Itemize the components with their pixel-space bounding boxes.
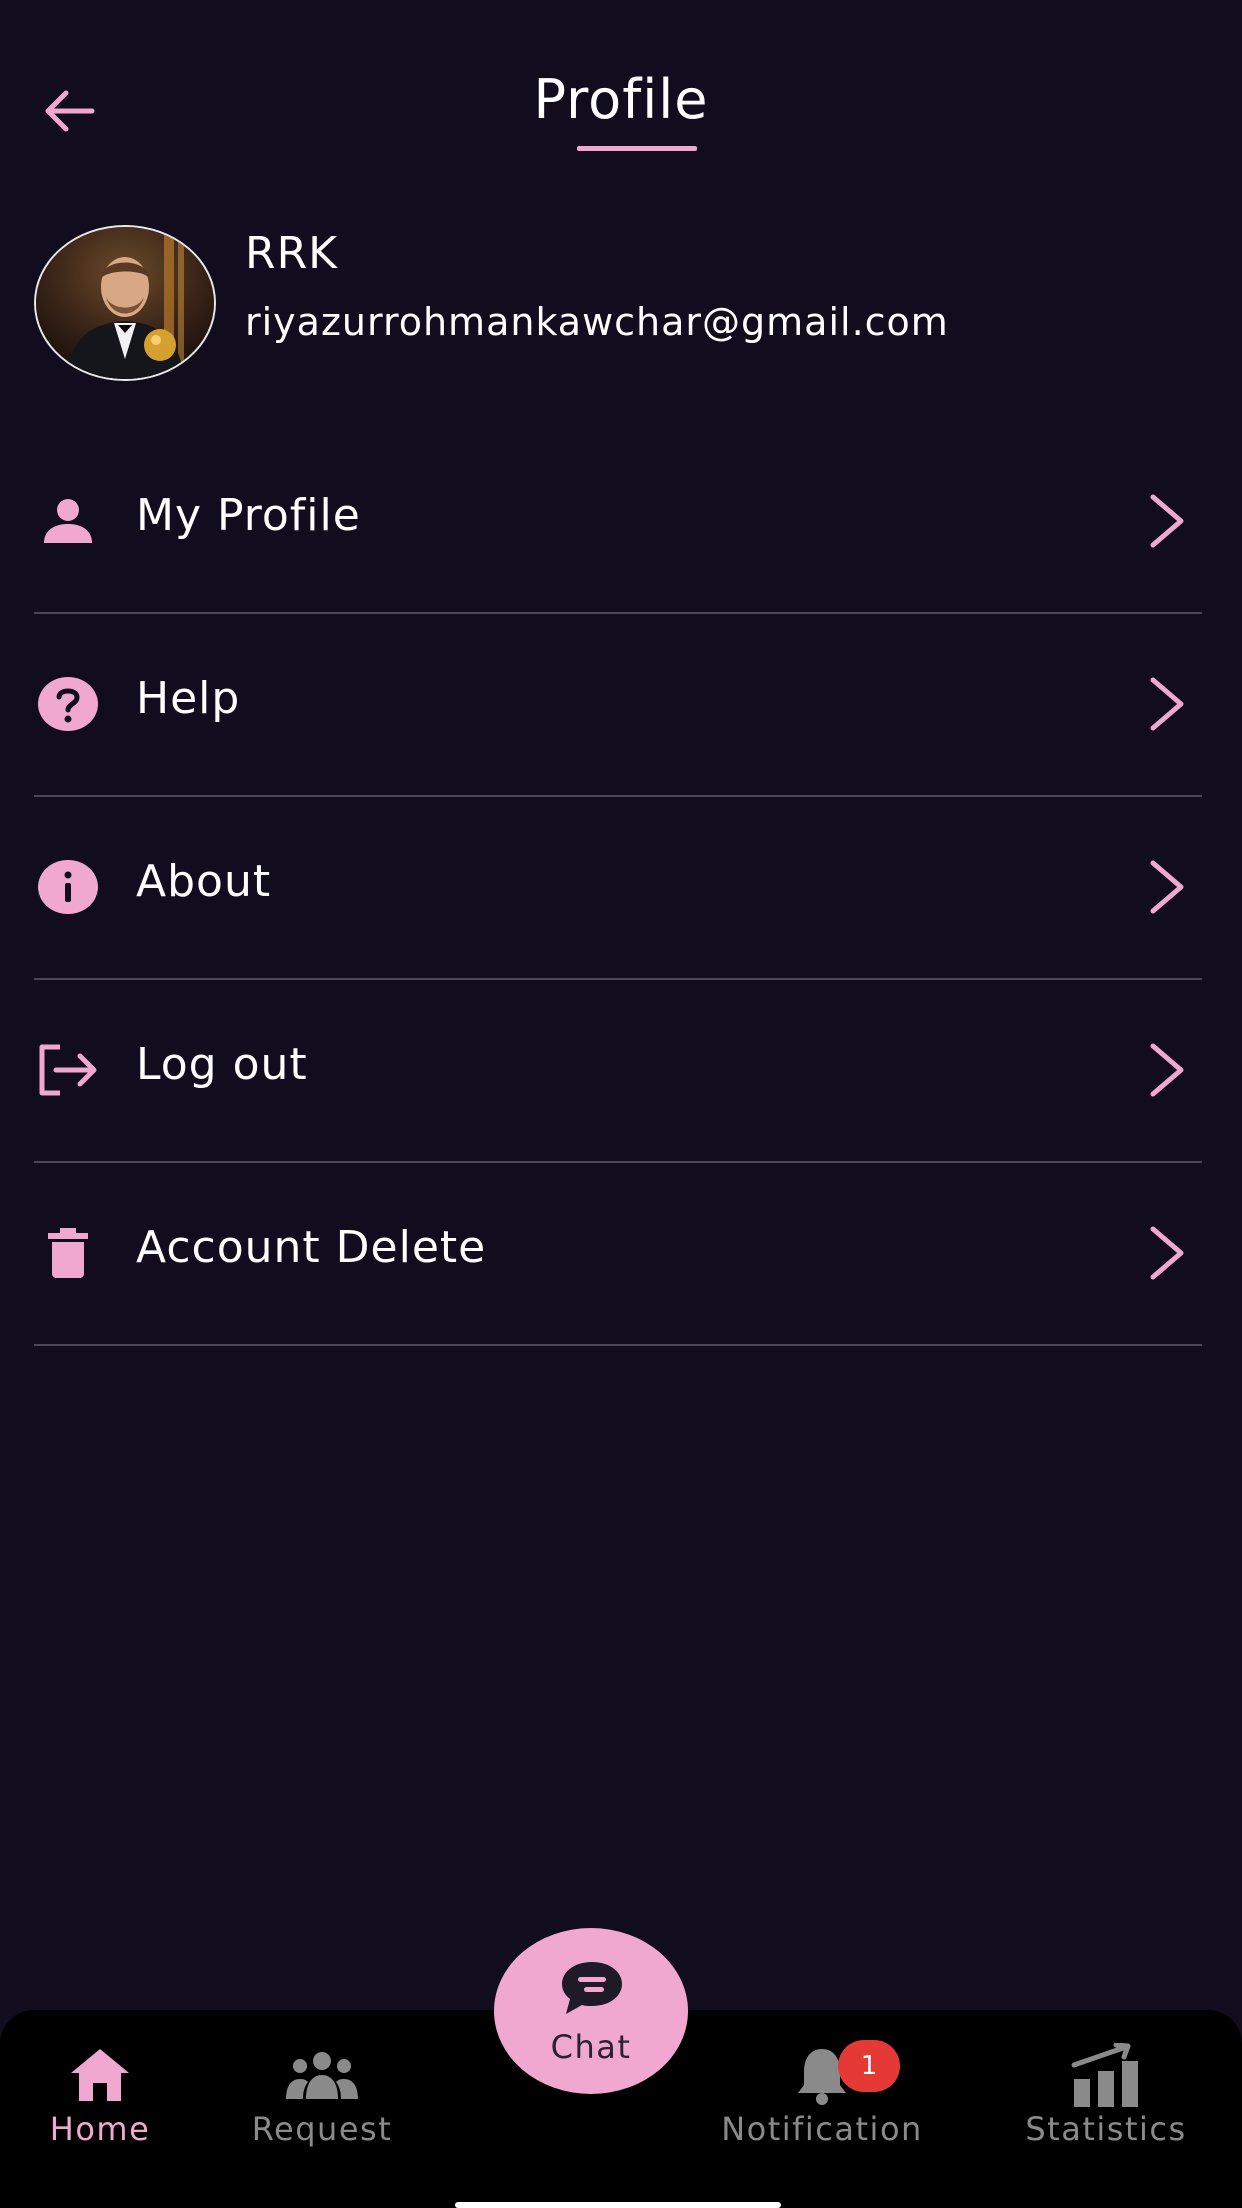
page-title: Profile [533, 68, 709, 131]
notification-badge: 1 [838, 2040, 900, 2092]
title-underline [577, 146, 697, 151]
help-circle-icon [34, 675, 102, 733]
menu-label: Log out [136, 1039, 308, 1090]
chat-bubble-icon [558, 1958, 626, 2018]
home-icon [60, 2040, 140, 2110]
chevron-right-icon [1142, 1220, 1192, 1286]
nav-statistics[interactable]: Statistics [1016, 2010, 1196, 2208]
chat-fab-button[interactable]: Chat [494, 1928, 688, 2094]
chat-label: Chat [550, 2028, 632, 2066]
nav-label: Statistics [1025, 2110, 1187, 2148]
nav-home[interactable]: Home [20, 2010, 180, 2208]
home-indicator [455, 2202, 781, 2208]
avatar [34, 225, 216, 381]
bell-icon: 1 [782, 2040, 900, 2110]
user-name: RRK [245, 228, 338, 279]
menu-label: My Profile [136, 490, 361, 541]
trash-icon [34, 1224, 102, 1282]
nav-label: Request [251, 2110, 393, 2148]
nav-label: Home [49, 2110, 151, 2148]
menu-item-account-delete[interactable]: Account Delete [34, 1162, 1202, 1346]
menu-item-log-out[interactable]: Log out [34, 979, 1202, 1163]
bar-chart-icon [1066, 2040, 1146, 2110]
chevron-right-icon [1142, 1037, 1192, 1103]
nav-label: Notification [721, 2110, 923, 2148]
menu-label: About [136, 856, 272, 907]
nav-request[interactable]: Request [242, 2010, 402, 2208]
person-icon [34, 492, 102, 550]
chevron-right-icon [1142, 671, 1192, 737]
logout-icon [34, 1041, 102, 1099]
info-icon [34, 858, 102, 916]
group-icon [282, 2040, 362, 2110]
menu-item-help[interactable]: Help [34, 613, 1202, 797]
user-email: riyazurrohmankawchar@gmail.com [245, 300, 949, 344]
chevron-right-icon [1142, 488, 1192, 554]
menu-item-my-profile[interactable]: My Profile [34, 430, 1202, 614]
nav-notification[interactable]: 1 Notification [711, 2010, 933, 2208]
menu-label: Account Delete [136, 1222, 487, 1273]
menu-label: Help [136, 673, 241, 724]
chevron-right-icon [1142, 854, 1192, 920]
menu-item-about[interactable]: About [34, 796, 1202, 980]
